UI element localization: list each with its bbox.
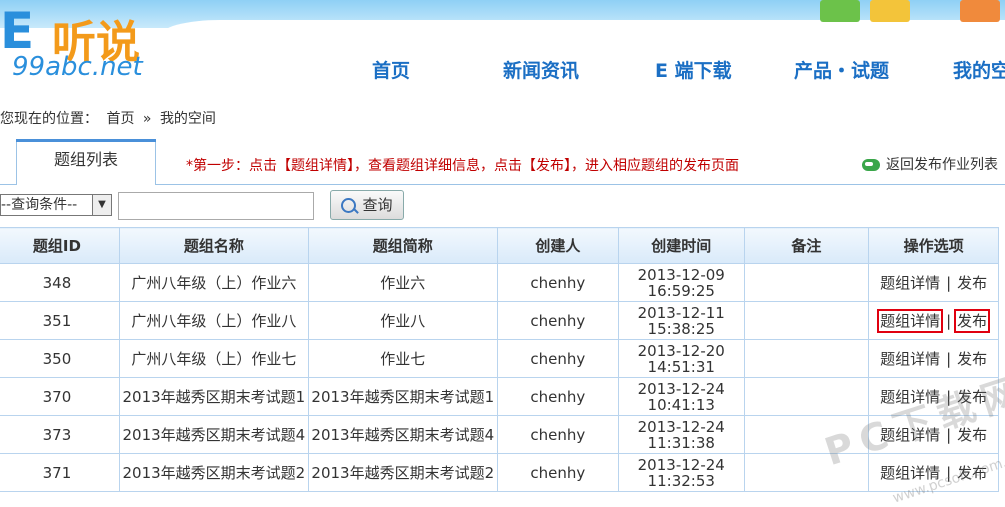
cell-short: 2013年越秀区期末考试题1	[307, 377, 498, 416]
cell-short: 作业六	[307, 263, 498, 302]
cell-time: 14:51:31	[647, 357, 715, 376]
cell-date: 2013-12-20	[637, 341, 725, 360]
action-separator: |	[946, 274, 952, 292]
table-row: 351 广州八年级（上）作业八 作业八 chenhy 2013-12-11 15:…	[0, 301, 999, 340]
header-creator: 创建人	[496, 227, 619, 264]
breadcrumb-prefix: 您现在的位置：	[0, 111, 98, 127]
search-input[interactable]	[118, 192, 314, 220]
header-created-time: 创建时间	[617, 227, 745, 264]
cell-date: 2013-12-24	[637, 417, 725, 436]
cell-name: 2013年越秀区期末考试题2	[118, 453, 309, 492]
cell-id: 370	[0, 377, 120, 416]
cell-date: 2013-12-24	[637, 455, 725, 474]
cell-time: 10:41:13	[647, 395, 715, 414]
cell-created-time: 2013-12-24 11:31:38	[617, 415, 745, 454]
breadcrumb-current: 我的空间	[159, 111, 216, 127]
publish-link[interactable]: 发布	[957, 350, 987, 368]
table-row: 348 广州八年级（上）作业六 作业六 chenhy 2013-12-09 16:…	[0, 263, 999, 302]
header-note: 备注	[743, 227, 870, 264]
header-actions: 操作选项	[868, 227, 999, 264]
group-detail-link[interactable]: 题组详情	[877, 309, 944, 333]
table-row: 350 广州八年级（上）作业七 作业七 chenhy 2013-12-20 14:…	[0, 339, 999, 378]
header-wave	[160, 20, 1005, 36]
cell-name: 广州八年级（上）作业六	[118, 263, 309, 302]
cell-creator: chenhy	[496, 263, 619, 302]
search-button[interactable]: 查询	[330, 190, 404, 220]
cell-creator: chenhy	[496, 339, 619, 378]
cell-time: 11:31:38	[647, 433, 715, 452]
publish-link[interactable]: 发布	[957, 274, 987, 292]
cell-creator: chenhy	[496, 301, 619, 340]
cell-short: 作业八	[307, 301, 498, 340]
logo-url: 99abc.net	[12, 52, 143, 82]
cell-note	[743, 377, 870, 416]
nav-news[interactable]: 新闻资讯	[503, 56, 579, 83]
nav-home[interactable]: 首页	[372, 56, 410, 83]
action-separator: |	[946, 312, 952, 330]
back-to-publish-list-link[interactable]: 返回发布作业列表	[862, 154, 998, 174]
dropdown-arrow-icon: ▼	[92, 195, 111, 215]
nav-download[interactable]: E 端下载	[655, 56, 732, 83]
cell-id: 350	[0, 339, 120, 378]
tab-group-list[interactable]: 题组列表	[16, 139, 156, 185]
back-arrow-icon	[862, 159, 880, 171]
action-separator: |	[946, 350, 952, 368]
query-condition-select[interactable]: --查询条件-- ▼	[0, 194, 112, 216]
search-button-label: 查询	[362, 196, 393, 214]
cell-date: 2013-12-24	[637, 379, 725, 398]
cell-name: 2013年越秀区期末考试题1	[118, 377, 309, 416]
cell-creator: chenhy	[496, 377, 619, 416]
cell-note	[743, 339, 870, 378]
site-logo[interactable]: E 听说 99abc.net	[0, 0, 190, 95]
site-header: E 听说 99abc.net 首页 新闻资讯 E 端下载 产品・试题 我的空	[0, 0, 1005, 100]
cell-date: 2013-12-09	[637, 265, 725, 284]
cell-time: 11:32:53	[647, 471, 715, 490]
table-header-row: 题组ID 题组名称 题组简称 创建人 创建时间 备注 操作选项	[0, 227, 999, 264]
cell-time: 15:38:25	[647, 319, 715, 338]
cell-name: 广州八年级（上）作业七	[118, 339, 309, 378]
breadcrumb-home[interactable]: 首页	[106, 111, 134, 127]
breadcrumb: 您现在的位置： 首页 » 我的空间	[0, 108, 220, 128]
cell-note	[743, 301, 870, 340]
cell-id: 371	[0, 453, 120, 492]
deco-tile-green	[820, 0, 860, 22]
publish-link[interactable]: 发布	[954, 309, 991, 333]
cell-short: 作业七	[307, 339, 498, 378]
cell-actions: 题组详情 | 发布	[868, 263, 999, 302]
cell-created-time: 2013-12-24 10:41:13	[617, 377, 745, 416]
back-link-label: 返回发布作业列表	[886, 157, 998, 173]
header-group-name: 题组名称	[118, 227, 309, 264]
cell-time: 16:59:25	[647, 281, 715, 300]
header-group-short: 题组简称	[307, 227, 498, 264]
tab-active-indicator	[16, 139, 156, 142]
group-detail-link[interactable]: 题组详情	[880, 274, 940, 292]
nav-products[interactable]: 产品・试题	[794, 56, 889, 83]
header-group-id: 题组ID	[0, 227, 120, 264]
cell-name: 2013年越秀区期末考试题4	[118, 415, 309, 454]
step-instruction: *第一步：点击【题组详情】，查看题组详细信息，点击【发布】，进入相应题组的发布页…	[186, 158, 739, 174]
query-condition-value: --查询条件--	[1, 197, 78, 213]
cell-created-time: 2013-12-24 11:32:53	[617, 453, 745, 492]
cell-name: 广州八年级（上）作业八	[118, 301, 309, 340]
cell-actions: 题组详情 | 发布	[868, 301, 999, 340]
cell-note	[743, 263, 870, 302]
cell-id: 348	[0, 263, 120, 302]
group-detail-link[interactable]: 题组详情	[880, 350, 940, 368]
search-icon	[341, 198, 357, 213]
table-row: 370 2013年越秀区期末考试题1 2013年越秀区期末考试题1 chenhy…	[0, 377, 999, 416]
cell-created-time: 2013-12-20 14:51:31	[617, 339, 745, 378]
cell-short: 2013年越秀区期末考试题4	[307, 415, 498, 454]
cell-creator: chenhy	[496, 453, 619, 492]
cell-date: 2013-12-11	[637, 303, 725, 322]
cell-id: 373	[0, 415, 120, 454]
deco-tile-yellow	[870, 0, 910, 22]
breadcrumb-separator: »	[142, 111, 152, 127]
cell-created-time: 2013-12-11 15:38:25	[617, 301, 745, 340]
cell-creator: chenhy	[496, 415, 619, 454]
cell-short: 2013年越秀区期末考试题2	[307, 453, 498, 492]
cell-created-time: 2013-12-09 16:59:25	[617, 263, 745, 302]
nav-my-space[interactable]: 我的空	[953, 56, 1005, 83]
cell-id: 351	[0, 301, 120, 340]
deco-tile-orange	[960, 0, 1000, 22]
